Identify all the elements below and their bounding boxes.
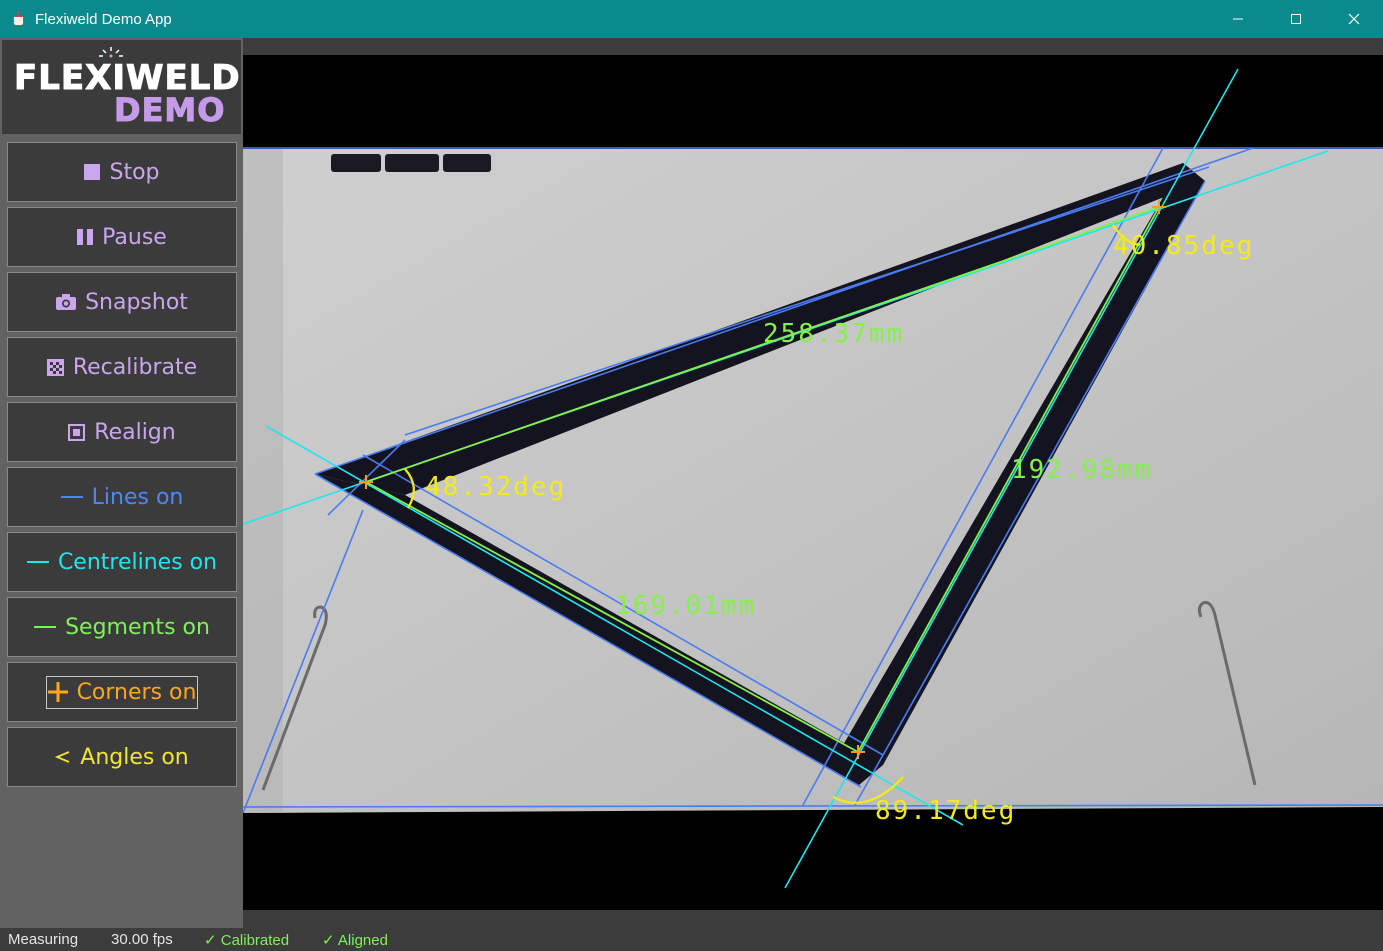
title-bar: Flexiweld Demo App <box>0 0 1383 38</box>
magnet <box>385 154 439 172</box>
corners-toggle-label: Corners on <box>76 679 197 705</box>
segment-label-top: 258.37mm <box>763 319 904 349</box>
pause-button-label: Pause <box>102 224 167 250</box>
window-controls <box>1209 0 1383 38</box>
camera-icon <box>56 294 77 310</box>
snapshot-button-label: Snapshot <box>85 289 188 315</box>
status-calibrated: ✓ Calibrated <box>204 932 290 949</box>
magnet <box>443 154 491 172</box>
centrelines-toggle-button[interactable]: Centrelines on <box>7 532 237 592</box>
centrelines-toggle-label: Centrelines on <box>57 549 218 575</box>
logo: FLEXIWELD DEMO <box>2 40 241 134</box>
status-mode: Measuring <box>8 931 79 948</box>
stop-button[interactable]: Stop <box>7 142 237 202</box>
camera-viewer: 258.37mm 192.98mm 169.01mm 40.85deg 48.3… <box>243 38 1383 928</box>
dash-line-icon <box>34 619 57 635</box>
dash-line-icon <box>26 554 49 570</box>
magnet <box>331 154 381 172</box>
checkerboard-icon <box>46 358 64 376</box>
close-button[interactable] <box>1325 0 1383 38</box>
minimize-button[interactable] <box>1209 0 1267 38</box>
angle-label-left: 48.32deg <box>425 472 566 502</box>
realign-button-label: Realign <box>94 419 176 445</box>
window-title: Flexiweld Demo App <box>35 10 172 28</box>
minimize-icon <box>1233 18 1243 20</box>
recalibrate-button-label: Recalibrate <box>72 354 198 380</box>
status-bar: Measuring 30.00 fps ✓ Calibrated ✓ Align… <box>0 928 1383 951</box>
corners-toggle-button[interactable]: Corners on <box>7 662 237 722</box>
lines-toggle-label: Lines on <box>91 484 184 510</box>
angles-toggle-label: Angles on <box>80 744 189 770</box>
pause-icon <box>77 229 94 245</box>
segments-toggle-label: Segments on <box>65 614 210 640</box>
logo-text-demo: DEMO <box>113 91 226 130</box>
camera-feed[interactable]: 258.37mm 192.98mm 169.01mm 40.85deg 48.3… <box>243 55 1383 910</box>
close-icon <box>1348 13 1360 25</box>
recalibrate-button[interactable]: Recalibrate <box>7 337 237 397</box>
snapshot-button[interactable]: Snapshot <box>7 272 237 332</box>
plus-icon <box>47 682 68 702</box>
stop-square-icon <box>84 164 101 180</box>
segment-label-right: 192.98mm <box>1011 455 1152 485</box>
status-aligned: ✓ Aligned <box>322 932 388 949</box>
realign-square-icon <box>68 423 86 441</box>
maximize-icon <box>1291 14 1301 24</box>
segment-label-bottom: 169.01mm <box>615 591 756 621</box>
measurement-overlay: 258.37mm 192.98mm 169.01mm 40.85deg 48.3… <box>243 68 1383 889</box>
angle-label-top: 40.85deg <box>1113 231 1254 261</box>
sidebar: FLEXIWELD DEMO Stop Pause Snapshot Recal… <box>0 38 243 928</box>
status-fps: 30.00 fps <box>111 931 173 948</box>
stop-button-label: Stop <box>109 159 160 185</box>
java-cup-icon <box>11 11 27 27</box>
segments-toggle-button[interactable]: Segments on <box>7 597 237 657</box>
angle-label-bottom: 89.17deg <box>875 796 1016 826</box>
angles-toggle-button[interactable]: Angles on <box>7 727 237 787</box>
focus-ring: Corners on <box>45 675 199 709</box>
dash-line-icon <box>60 489 83 505</box>
pause-button[interactable]: Pause <box>7 207 237 267</box>
angle-icon <box>55 750 71 764</box>
lines-toggle-button[interactable]: Lines on <box>7 467 237 527</box>
maximize-button[interactable] <box>1267 0 1325 38</box>
realign-button[interactable]: Realign <box>7 402 237 462</box>
paper-shadow-left <box>243 149 283 813</box>
